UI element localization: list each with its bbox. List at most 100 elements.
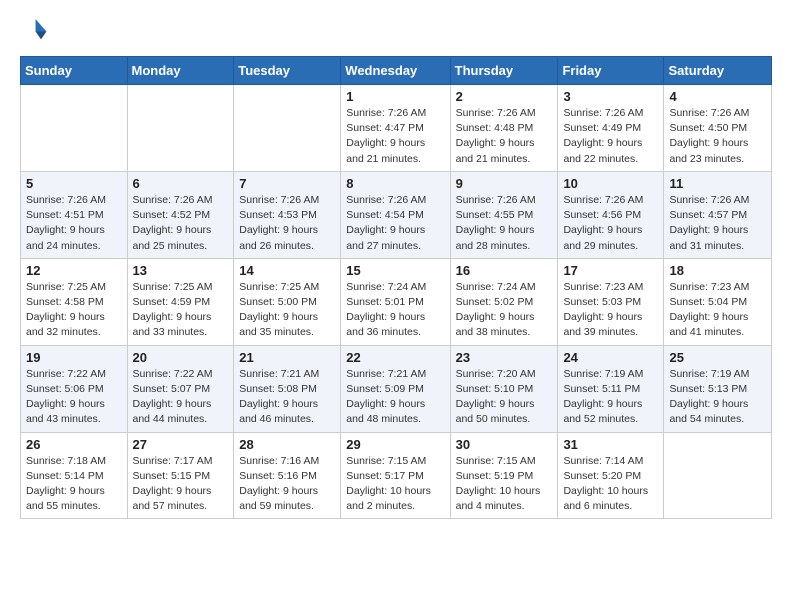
day-info: Sunrise: 7:26 AM Sunset: 4:52 PM Dayligh… bbox=[133, 193, 229, 254]
day-info: Sunrise: 7:26 AM Sunset: 4:49 PM Dayligh… bbox=[563, 106, 658, 167]
day-number: 10 bbox=[563, 176, 658, 191]
day-cell: 2 Sunrise: 7:26 AM Sunset: 4:48 PM Daylig… bbox=[450, 85, 558, 172]
day-info: Sunrise: 7:26 AM Sunset: 4:54 PM Dayligh… bbox=[346, 193, 444, 254]
day-number: 4 bbox=[669, 89, 766, 104]
day-number: 13 bbox=[133, 263, 229, 278]
day-cell: 4 Sunrise: 7:26 AM Sunset: 4:50 PM Daylig… bbox=[664, 85, 772, 172]
day-info: Sunrise: 7:20 AM Sunset: 5:10 PM Dayligh… bbox=[456, 367, 553, 428]
day-cell: 26 Sunrise: 7:18 AM Sunset: 5:14 PM Dayli… bbox=[21, 432, 128, 519]
day-number: 5 bbox=[26, 176, 122, 191]
day-info: Sunrise: 7:15 AM Sunset: 5:17 PM Dayligh… bbox=[346, 454, 444, 515]
day-cell: 7 Sunrise: 7:26 AM Sunset: 4:53 PM Daylig… bbox=[234, 171, 341, 258]
day-info: Sunrise: 7:17 AM Sunset: 5:15 PM Dayligh… bbox=[133, 454, 229, 515]
day-number: 15 bbox=[346, 263, 444, 278]
day-info: Sunrise: 7:21 AM Sunset: 5:08 PM Dayligh… bbox=[239, 367, 335, 428]
day-cell: 24 Sunrise: 7:19 AM Sunset: 5:11 PM Dayli… bbox=[558, 345, 664, 432]
day-info: Sunrise: 7:24 AM Sunset: 5:01 PM Dayligh… bbox=[346, 280, 444, 341]
day-info: Sunrise: 7:25 AM Sunset: 5:00 PM Dayligh… bbox=[239, 280, 335, 341]
day-cell: 10 Sunrise: 7:26 AM Sunset: 4:56 PM Dayli… bbox=[558, 171, 664, 258]
day-cell: 29 Sunrise: 7:15 AM Sunset: 5:17 PM Dayli… bbox=[341, 432, 450, 519]
day-number: 6 bbox=[133, 176, 229, 191]
page: SundayMondayTuesdayWednesdayThursdayFrid… bbox=[0, 0, 792, 535]
day-cell: 15 Sunrise: 7:24 AM Sunset: 5:01 PM Dayli… bbox=[341, 258, 450, 345]
day-cell: 28Sunrise: 7:16 AM Sunset: 5:16 PM Dayli… bbox=[234, 432, 341, 519]
day-info: Sunrise: 7:23 AM Sunset: 5:04 PM Dayligh… bbox=[669, 280, 766, 341]
day-number: 22 bbox=[346, 350, 444, 365]
day-info: Sunrise: 7:18 AM Sunset: 5:14 PM Dayligh… bbox=[26, 454, 122, 515]
day-info: Sunrise: 7:26 AM Sunset: 4:51 PM Dayligh… bbox=[26, 193, 122, 254]
weekday-header-wednesday: Wednesday bbox=[341, 57, 450, 85]
day-cell: 18 Sunrise: 7:23 AM Sunset: 5:04 PM Dayli… bbox=[664, 258, 772, 345]
day-number: 18 bbox=[669, 263, 766, 278]
day-cell: 8 Sunrise: 7:26 AM Sunset: 4:54 PM Daylig… bbox=[341, 171, 450, 258]
day-number: 26 bbox=[26, 437, 122, 452]
day-number: 3 bbox=[563, 89, 658, 104]
day-cell: 3 Sunrise: 7:26 AM Sunset: 4:49 PM Daylig… bbox=[558, 85, 664, 172]
day-number: 2 bbox=[456, 89, 553, 104]
weekday-header-saturday: Saturday bbox=[664, 57, 772, 85]
day-info: Sunrise: 7:24 AM Sunset: 5:02 PM Dayligh… bbox=[456, 280, 553, 341]
weekday-header-friday: Friday bbox=[558, 57, 664, 85]
weekday-header-sunday: Sunday bbox=[21, 57, 128, 85]
day-cell: 6 Sunrise: 7:26 AM Sunset: 4:52 PM Daylig… bbox=[127, 171, 234, 258]
weekday-header-monday: Monday bbox=[127, 57, 234, 85]
day-info: Sunrise: 7:25 AM Sunset: 4:58 PM Dayligh… bbox=[26, 280, 122, 341]
day-number: 31 bbox=[563, 437, 658, 452]
day-cell bbox=[234, 85, 341, 172]
day-cell: 30 Sunrise: 7:15 AM Sunset: 5:19 PM Dayli… bbox=[450, 432, 558, 519]
day-number: 21 bbox=[239, 350, 335, 365]
day-number: 11 bbox=[669, 176, 766, 191]
day-info: Sunrise: 7:26 AM Sunset: 4:47 PM Dayligh… bbox=[346, 106, 444, 167]
day-number: 27 bbox=[133, 437, 229, 452]
day-info: Sunrise: 7:23 AM Sunset: 5:03 PM Dayligh… bbox=[563, 280, 658, 341]
day-number: 19 bbox=[26, 350, 122, 365]
day-cell: 27 Sunrise: 7:17 AM Sunset: 5:15 PM Dayli… bbox=[127, 432, 234, 519]
header bbox=[20, 16, 772, 44]
day-number: 24 bbox=[563, 350, 658, 365]
day-number: 12 bbox=[26, 263, 122, 278]
day-info: Sunrise: 7:26 AM Sunset: 4:57 PM Dayligh… bbox=[669, 193, 766, 254]
day-info: Sunrise: 7:15 AM Sunset: 5:19 PM Dayligh… bbox=[456, 454, 553, 515]
day-number: 7 bbox=[239, 176, 335, 191]
day-cell: 23 Sunrise: 7:20 AM Sunset: 5:10 PM Dayli… bbox=[450, 345, 558, 432]
day-cell: 14 Sunrise: 7:25 AM Sunset: 5:00 PM Dayli… bbox=[234, 258, 341, 345]
day-number: 25 bbox=[669, 350, 766, 365]
day-info: Sunrise: 7:14 AM Sunset: 5:20 PM Dayligh… bbox=[563, 454, 658, 515]
day-cell: 12 Sunrise: 7:25 AM Sunset: 4:58 PM Dayli… bbox=[21, 258, 128, 345]
day-number: 8 bbox=[346, 176, 444, 191]
day-cell: 1Sunrise: 7:26 AM Sunset: 4:47 PM Daylig… bbox=[341, 85, 450, 172]
day-info: Sunrise: 7:26 AM Sunset: 4:56 PM Dayligh… bbox=[563, 193, 658, 254]
day-info: Sunrise: 7:26 AM Sunset: 4:50 PM Dayligh… bbox=[669, 106, 766, 167]
day-number: 14 bbox=[239, 263, 335, 278]
day-cell: 19 Sunrise: 7:22 AM Sunset: 5:06 PM Dayli… bbox=[21, 345, 128, 432]
day-info: Sunrise: 7:26 AM Sunset: 4:55 PM Dayligh… bbox=[456, 193, 553, 254]
day-cell: 25 Sunrise: 7:19 AM Sunset: 5:13 PM Dayli… bbox=[664, 345, 772, 432]
day-info: Sunrise: 7:19 AM Sunset: 5:11 PM Dayligh… bbox=[563, 367, 658, 428]
day-info: Sunrise: 7:21 AM Sunset: 5:09 PM Dayligh… bbox=[346, 367, 444, 428]
day-cell: 16Sunrise: 7:24 AM Sunset: 5:02 PM Dayli… bbox=[450, 258, 558, 345]
week-row-5: 26 Sunrise: 7:18 AM Sunset: 5:14 PM Dayli… bbox=[21, 432, 772, 519]
day-cell: 17 Sunrise: 7:23 AM Sunset: 5:03 PM Dayli… bbox=[558, 258, 664, 345]
week-row-1: 1Sunrise: 7:26 AM Sunset: 4:47 PM Daylig… bbox=[21, 85, 772, 172]
day-number: 9 bbox=[456, 176, 553, 191]
day-info: Sunrise: 7:22 AM Sunset: 5:06 PM Dayligh… bbox=[26, 367, 122, 428]
day-number: 23 bbox=[456, 350, 553, 365]
day-cell bbox=[127, 85, 234, 172]
day-cell: 11 Sunrise: 7:26 AM Sunset: 4:57 PM Dayli… bbox=[664, 171, 772, 258]
day-info: Sunrise: 7:26 AM Sunset: 4:48 PM Dayligh… bbox=[456, 106, 553, 167]
day-info: Sunrise: 7:26 AM Sunset: 4:53 PM Dayligh… bbox=[239, 193, 335, 254]
logo-icon bbox=[20, 16, 48, 44]
day-number: 29 bbox=[346, 437, 444, 452]
day-cell: 13Sunrise: 7:25 AM Sunset: 4:59 PM Dayli… bbox=[127, 258, 234, 345]
day-number: 17 bbox=[563, 263, 658, 278]
day-info: Sunrise: 7:19 AM Sunset: 5:13 PM Dayligh… bbox=[669, 367, 766, 428]
weekday-header-thursday: Thursday bbox=[450, 57, 558, 85]
day-info: Sunrise: 7:22 AM Sunset: 5:07 PM Dayligh… bbox=[133, 367, 229, 428]
day-cell: 9 Sunrise: 7:26 AM Sunset: 4:55 PM Daylig… bbox=[450, 171, 558, 258]
day-number: 20 bbox=[133, 350, 229, 365]
day-number: 30 bbox=[456, 437, 553, 452]
day-cell bbox=[21, 85, 128, 172]
day-cell: 22 Sunrise: 7:21 AM Sunset: 5:09 PM Dayli… bbox=[341, 345, 450, 432]
weekday-header-tuesday: Tuesday bbox=[234, 57, 341, 85]
day-number: 28 bbox=[239, 437, 335, 452]
